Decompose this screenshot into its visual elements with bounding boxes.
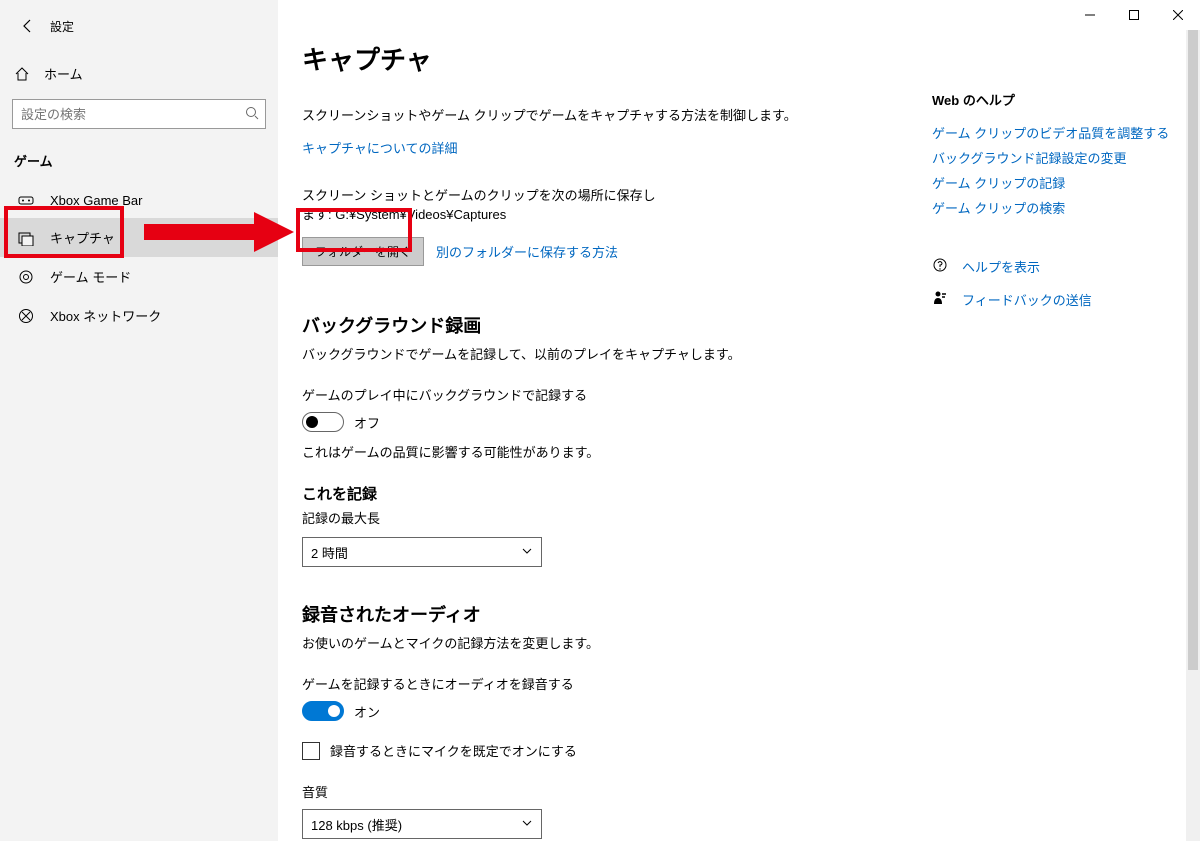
xbox-icon [18,308,34,324]
page-description: スクリーンショットやゲーム クリップでゲームをキャプチャする方法を制御します。 [302,105,922,124]
search-wrap [12,99,266,129]
main-content: キャプチャ スクリーンショットやゲーム クリップでゲームをキャプチャする方法を制… [278,0,1200,841]
save-location-text: スクリーン ショットとゲームのクリップを次の場所に保存します: G:¥Syste… [302,185,662,223]
bg-record-toggle[interactable] [302,412,344,432]
page-title: キャプチャ [302,40,922,77]
background-recording-heading: バックグラウンド録画 [302,312,922,338]
record-heading: これを記録 [302,483,922,504]
mic-checkbox-label: 録音するときにマイクを既定でオンにする [330,741,577,760]
chevron-down-icon [521,545,533,560]
sidebar-item-label: Xbox ネットワーク [50,306,161,325]
help-link-video-quality[interactable]: ゲーム クリップのビデオ品質を調整する [932,123,1172,142]
search-icon [244,105,260,124]
sidebar-item-game-mode[interactable]: ゲーム モード [0,257,278,296]
other-folder-link[interactable]: 別のフォルダーに保存する方法 [436,242,618,261]
back-button[interactable] [14,12,42,40]
checkbox-icon [302,742,320,760]
quality-label: 音質 [302,782,922,801]
audio-quality-value: 128 kbps (推奨) [311,815,402,834]
sidebar-item-label: ゲーム モード [50,267,131,286]
audio-heading: 録音されたオーディオ [302,601,922,627]
help-heading: Web のヘルプ [932,90,1172,109]
bg-toggle-label: ゲームのプレイ中にバックグラウンドで記録する [302,385,922,404]
window-title: 設定 [50,18,74,35]
get-help-link: ヘルプを表示 [962,257,1040,276]
feedback-icon [932,290,948,309]
sidebar: 設定 ホーム ゲーム Xbox Game Bar キャプチャ [0,0,278,841]
audio-toggle-label: ゲームを記録するときにオーディオを録音する [302,674,922,693]
feedback-link: フィードバックの送信 [962,290,1092,309]
sidebar-item-label: Xbox Game Bar [50,193,143,208]
help-icon [932,257,948,276]
scrollbar[interactable] [1186,30,1200,841]
bg-toggle-state: オフ [354,413,380,432]
feedback-action[interactable]: フィードバックの送信 [932,290,1172,309]
help-link-search-clips[interactable]: ゲーム クリップの検索 [932,198,1172,217]
get-help-action[interactable]: ヘルプを表示 [932,257,1172,276]
maximize-button[interactable] [1112,0,1156,30]
home-label: ホーム [44,64,83,83]
audio-quality-select[interactable]: 128 kbps (推奨) [302,809,542,839]
home-icon [14,66,30,82]
sidebar-item-xbox-game-bar[interactable]: Xbox Game Bar [0,182,278,218]
sidebar-item-capture[interactable]: キャプチャ [0,218,278,257]
help-column: Web のヘルプ ゲーム クリップのビデオ品質を調整する バックグラウンド記録設… [922,40,1172,841]
mic-default-checkbox[interactable]: 録音するときにマイクを既定でオンにする [302,741,922,760]
bg-warning: これはゲームの品質に影響する可能性があります。 [302,442,922,461]
open-folder-button[interactable]: フォルダーを開く [302,237,424,266]
close-button[interactable] [1156,0,1200,30]
background-recording-desc: バックグラウンドでゲームを記録して、以前のプレイをキャプチャします。 [302,344,922,363]
category-header: ゲーム [0,143,278,182]
capture-icon [18,230,34,246]
record-sublabel: 記録の最大長 [302,508,922,527]
sidebar-item-xbox-network[interactable]: Xbox ネットワーク [0,296,278,335]
record-length-value: 2 時間 [311,543,348,562]
search-input[interactable] [12,99,266,129]
help-link-bg-settings[interactable]: バックグラウンド記録設定の変更 [932,148,1172,167]
help-link-record-clips[interactable]: ゲーム クリップの記録 [932,173,1172,192]
titlebar: 設定 [0,8,278,54]
minimize-button[interactable] [1068,0,1112,30]
chevron-down-icon [521,817,533,832]
record-length-select[interactable]: 2 時間 [302,537,542,567]
game-mode-icon [18,269,34,285]
window-controls [1068,0,1200,30]
audio-toggle-state: オン [354,702,380,721]
audio-record-toggle[interactable] [302,701,344,721]
sidebar-item-label: キャプチャ [50,228,115,247]
game-bar-icon [18,192,34,208]
more-info-link[interactable]: キャプチャについての詳細 [302,141,457,156]
audio-desc: お使いのゲームとマイクの記録方法を変更します。 [302,633,922,652]
home-nav[interactable]: ホーム [0,54,278,93]
